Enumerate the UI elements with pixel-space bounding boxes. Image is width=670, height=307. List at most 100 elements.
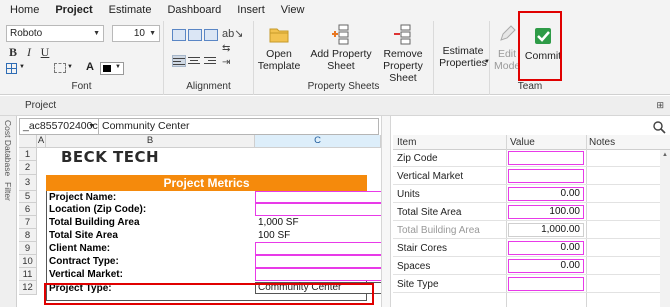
property-grid-scrollbar[interactable]: ▲ (660, 150, 670, 307)
team-group-label: Team (517, 81, 543, 92)
metric-input[interactable] (255, 242, 381, 255)
header-value[interactable]: Value (510, 137, 535, 148)
row-header[interactable]: 8 (19, 229, 37, 242)
align-middle-icon[interactable] (188, 29, 202, 41)
chevron-down-icon: ▼ (67, 64, 73, 70)
borders-icon[interactable] (6, 63, 17, 74)
orientation-icon[interactable]: ab↘ (222, 27, 243, 40)
font-family-select[interactable]: Roboto ▼ (6, 25, 104, 42)
metric-label: Vertical Market: (49, 269, 123, 280)
row-header[interactable]: 1 (19, 148, 37, 161)
row-header[interactable]: 2 (19, 161, 37, 175)
spreadsheet[interactable]: A B C 1 2 3 5 6 7 8 9 10 11 12 BECK TECH… (19, 135, 381, 307)
metric-input[interactable] (255, 203, 381, 216)
tab-cost-database[interactable]: Cost Database (3, 120, 13, 176)
align-top-icon[interactable] (172, 29, 186, 41)
item-name-value: Community Center (102, 120, 190, 132)
wrap-icon[interactable]: ⇆ (222, 43, 230, 54)
property-value[interactable]: 100.00 (508, 205, 584, 219)
property-name: Site Type (397, 279, 439, 290)
metric-label: Contract Type: (49, 256, 119, 267)
align-left-icon[interactable] (172, 55, 186, 67)
remove-property-sheet-button[interactable]: Remove Property Sheet (372, 23, 434, 84)
property-row: Spaces 0.00 (393, 257, 670, 275)
metric-value[interactable]: 100 SF (255, 229, 381, 242)
edit-mode-button[interactable]: Edit Mode (494, 23, 520, 72)
pin-icon[interactable]: ⊞ (656, 100, 664, 111)
row-header[interactable]: 3 (19, 175, 37, 191)
property-name: Zip Code (397, 153, 438, 164)
header-notes[interactable]: Notes (589, 137, 615, 148)
metric-label: Client Name: (49, 243, 111, 254)
row-header[interactable]: 6 (19, 203, 37, 216)
row-header[interactable]: 10 (19, 255, 37, 268)
property-row: Vertical Market (393, 167, 670, 185)
row-header[interactable]: 12 (19, 281, 37, 295)
row-header[interactable]: 5 (19, 191, 37, 203)
italic-button[interactable]: I (22, 45, 36, 59)
panel-splitter[interactable] (381, 116, 391, 307)
tab-dashboard[interactable]: Dashboard (159, 0, 229, 21)
open-template-button[interactable]: Open Template (256, 23, 302, 72)
property-value[interactable]: 0.00 (508, 187, 584, 201)
property-value[interactable] (508, 169, 584, 183)
column-header-b[interactable]: B (46, 135, 255, 148)
edit-mode-label: Edit Mode (494, 48, 521, 72)
bold-button[interactable]: B (6, 45, 20, 59)
metric-input[interactable] (255, 191, 381, 203)
tab-home[interactable]: Home (2, 0, 47, 21)
metric-value[interactable]: 1,000 SF (255, 216, 381, 229)
tab-insert[interactable]: Insert (229, 0, 273, 21)
open-template-label: Open Template (257, 48, 301, 72)
font-color-icon[interactable]: A (86, 61, 94, 73)
metric-row: Total Building Area 1,000 SF (46, 216, 381, 229)
underline-button[interactable]: U (38, 45, 52, 59)
column-header-c[interactable]: C (255, 135, 381, 148)
metric-input[interactable] (255, 268, 381, 281)
add-property-sheet-button[interactable]: Add Property Sheet (308, 23, 374, 72)
property-row: Total Building Area 1,000.00 (393, 221, 670, 239)
property-name: Total Building Area (397, 225, 480, 236)
item-name-field[interactable]: Community Center (99, 118, 379, 135)
metric-row: Project Name: (46, 191, 381, 203)
remove-property-sheet-label: Remove Property Sheet (383, 48, 423, 84)
property-name: Spaces (397, 261, 431, 272)
align-right-icon[interactable] (204, 55, 218, 67)
search-icon[interactable] (652, 120, 666, 134)
row-header[interactable]: 9 (19, 242, 37, 255)
align-center-icon[interactable] (188, 55, 202, 67)
property-value[interactable]: 0.00 (508, 241, 584, 255)
item-id-value: _ac855702400c (23, 120, 98, 132)
tab-view[interactable]: View (273, 0, 313, 21)
chevron-down-icon: ▼ (149, 30, 156, 37)
align-bottom-icon[interactable] (204, 29, 218, 41)
tab-filter[interactable]: Filter (3, 182, 13, 201)
property-value[interactable] (508, 151, 584, 165)
font-size-select[interactable]: 10 ▼ (112, 25, 160, 42)
property-row: Site Type (393, 275, 670, 293)
tab-estimate[interactable]: Estimate (101, 0, 160, 21)
row-header[interactable]: 11 (19, 268, 37, 281)
header-item[interactable]: Item (397, 137, 416, 148)
property-value[interactable] (508, 277, 584, 291)
item-id-select[interactable]: _ac855702400c ▼ (19, 118, 99, 135)
pencil-icon (496, 23, 518, 45)
chevron-down-icon: ▼ (93, 30, 100, 37)
color-picker[interactable]: ▼ (100, 62, 124, 75)
property-row: Zip Code (393, 149, 670, 167)
metric-label: Location (Zip Code): (49, 204, 147, 215)
tab-project[interactable]: Project (47, 0, 100, 21)
property-name: Total Site Area (397, 207, 462, 218)
scroll-up-icon[interactable]: ▲ (662, 152, 668, 158)
side-tabs: Cost Database Filter (0, 116, 17, 307)
column-header-a[interactable]: A (37, 135, 46, 148)
indent-icon[interactable]: ⇥ (222, 57, 230, 68)
property-value[interactable]: 0.00 (508, 259, 584, 273)
fill-color-icon[interactable] (54, 63, 66, 73)
alignment-group-label: Alignment (186, 81, 231, 92)
property-row: Total Site Area 100.00 (393, 203, 670, 221)
estimate-properties-button[interactable]: Estimate Properties ▼ (436, 45, 490, 69)
project-type-highlight (44, 283, 374, 305)
metric-input[interactable] (255, 255, 381, 268)
row-header[interactable]: 7 (19, 216, 37, 229)
